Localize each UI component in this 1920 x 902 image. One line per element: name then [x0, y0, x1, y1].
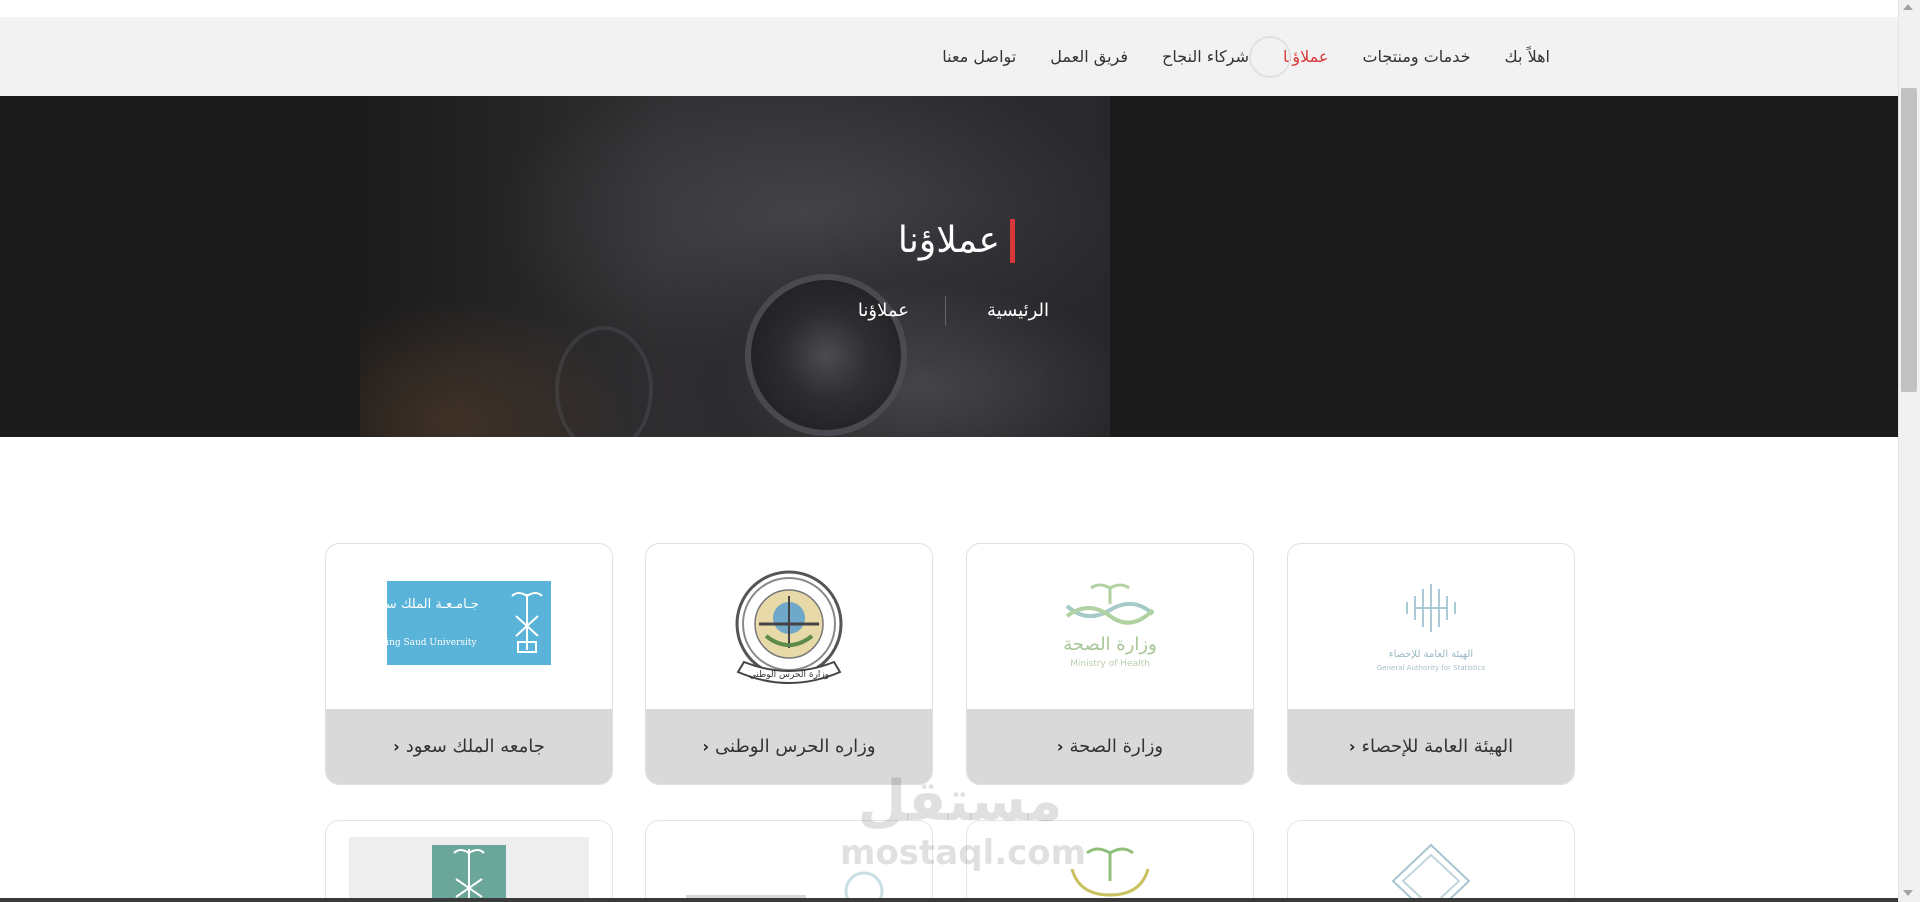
breadcrumb-current: عملاؤنا	[857, 300, 909, 321]
ministry-of-health-logo: وزارة الصحة Ministry of Health	[1063, 583, 1157, 669]
partial-logo-3	[686, 871, 884, 901]
logo-text-en: Ministry of Health	[1070, 659, 1150, 669]
partial-logo-2	[1070, 847, 1150, 897]
nav-item-partners[interactable]: شركاء النجاح	[1162, 47, 1249, 66]
nav-menu: اهلاً بك خدمات ومنتجات عملاؤنا شركاء الن…	[908, 17, 1550, 96]
scroll-down-arrow-icon[interactable]	[1903, 890, 1913, 896]
client-card-footer[interactable]: وزاره الحرس الوطنى ‹	[646, 709, 932, 784]
nav-item-clients[interactable]: عملاؤنا	[1249, 35, 1328, 78]
nav-item-team[interactable]: فريق العمل	[1050, 47, 1128, 66]
client-card-footer[interactable]: جامعه الملك سعود ‹	[326, 709, 612, 784]
breadcrumb-home-link[interactable]: الرئيسية	[987, 296, 1049, 326]
chevron-left-icon: ‹	[393, 737, 400, 756]
client-card-ksu[interactable]: جـامـعـة الملك سعود King Saud University…	[325, 543, 613, 785]
logo-text-ar: جـامـعـة الملك سعود	[367, 597, 479, 612]
scrollbar-thumb[interactable]	[1901, 88, 1917, 392]
client-card-partial[interactable]	[966, 820, 1254, 901]
chevron-left-icon: ‹	[1348, 737, 1356, 756]
client-card-footer[interactable]: وزارة الصحة ‹	[967, 709, 1253, 784]
hover-ring-indicator	[1249, 35, 1292, 78]
nav-item-contact[interactable]: تواصل معنا	[942, 47, 1016, 66]
client-card-health[interactable]: وزارة الصحة Ministry of Health وزارة الص…	[966, 543, 1254, 785]
breadcrumb: الرئيسية عملاؤنا	[0, 296, 1898, 326]
nav-item-welcome[interactable]: اهلاً بك	[1505, 47, 1550, 66]
scroll-up-arrow-icon[interactable]	[1903, 4, 1913, 10]
national-guard-emblem: وزارة الحرس الوطني	[735, 570, 843, 684]
hero-title-wrap: عملاؤنا	[0, 218, 1898, 263]
logo-text-ar: الهيئة العامة للإحصاء	[1389, 649, 1473, 660]
client-logo-area: وزارة الصحة Ministry of Health	[967, 544, 1253, 709]
client-name: وزارة الصحة	[1069, 736, 1164, 757]
client-logo-area: وزارة الحرس الوطني	[646, 544, 932, 709]
client-name: جامعه الملك سعود	[405, 736, 545, 757]
partial-logo-4	[349, 837, 589, 901]
logo-text-en: General Authority for Statistics	[1377, 664, 1486, 672]
page-hero-banner	[0, 96, 1898, 437]
client-card-footer[interactable]: الهيئة العامة للإحصاء ‹	[1288, 709, 1574, 784]
client-logo-area: الهيئة العامة للإحصاء General Authority …	[1288, 544, 1574, 709]
client-logo-area: جـامـعـة الملك سعود King Saud University	[326, 544, 612, 709]
client-card-national-guard[interactable]: وزارة الحرس الوطني وزاره الحرس الوطنى ‹	[645, 543, 933, 785]
bottom-edge	[0, 898, 1898, 902]
top-strip	[0, 0, 1898, 17]
client-name: وزاره الحرس الوطنى	[715, 736, 876, 757]
client-card-partial[interactable]	[645, 820, 933, 901]
nav-item-services[interactable]: خدمات ومنتجات	[1362, 47, 1470, 66]
breadcrumb-separator	[945, 296, 946, 326]
king-saud-university-logo: جـامـعـة الملك سعود King Saud University	[367, 581, 551, 665]
logo-text-en: King Saud University	[379, 638, 477, 648]
client-name: الهيئة العامة للإحصاء	[1361, 736, 1514, 757]
page-title: عملاؤنا	[897, 220, 1000, 261]
main-navbar: اهلاً بك خدمات ومنتجات عملاؤنا شركاء الن…	[0, 17, 1898, 96]
logo-text-ar: وزارة الصحة	[1063, 634, 1157, 655]
chevron-left-icon: ‹	[1056, 737, 1064, 756]
chevron-left-icon: ‹	[702, 737, 710, 756]
client-card-statistics[interactable]: الهيئة العامة للإحصاء General Authority …	[1287, 543, 1575, 785]
client-card-partial[interactable]	[325, 820, 613, 901]
statistics-authority-logo: الهيئة العامة للإحصاء General Authority …	[1377, 584, 1486, 672]
partial-logo-1	[1391, 843, 1471, 901]
client-card-partial[interactable]	[1287, 820, 1575, 901]
logo-text-ar: وزارة الحرس الوطني	[749, 670, 829, 680]
